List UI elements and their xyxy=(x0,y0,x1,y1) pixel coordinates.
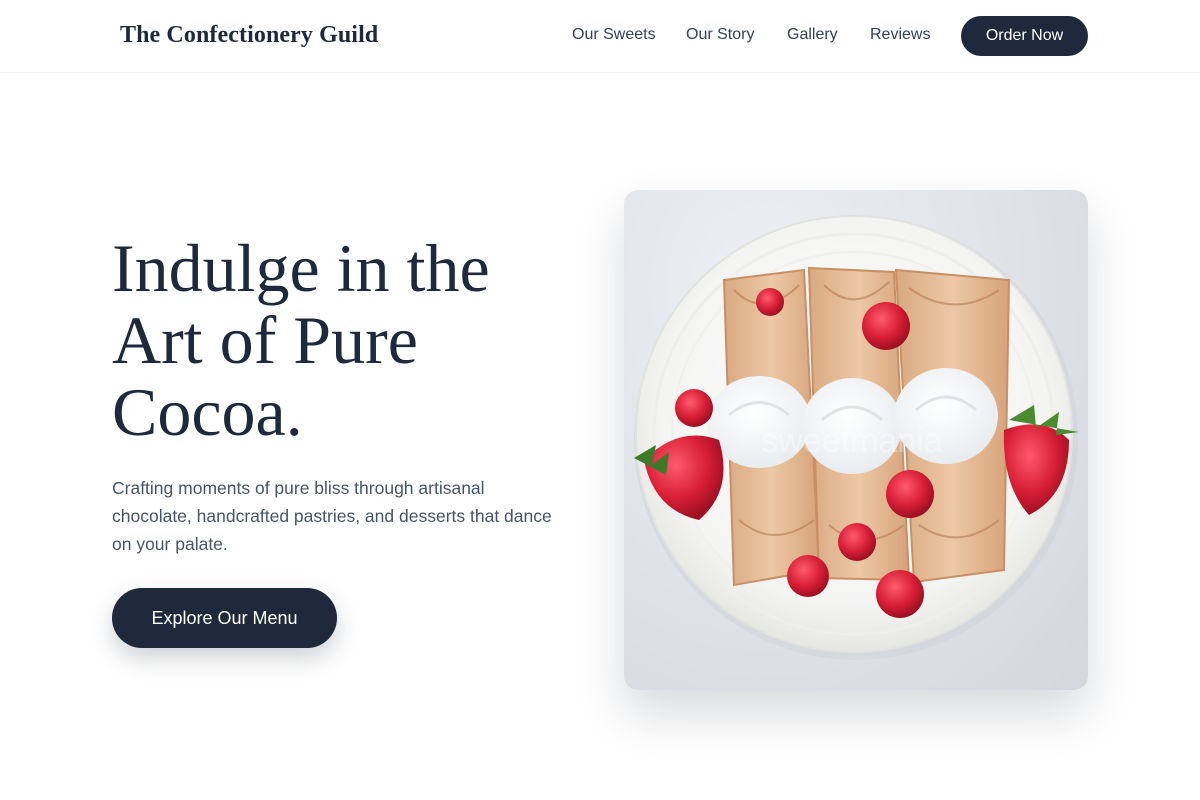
main-nav: Our Sweets Our Story Gallery Reviews Ord… xyxy=(0,0,1200,72)
hero-subtitle-line: on your palate. xyxy=(112,534,228,554)
crepes-plate-illustration: sweetmania xyxy=(634,215,1079,660)
hero-dessert-image: sweetmania xyxy=(624,190,1088,690)
hero-subtitle: Crafting moments of pure bliss through a… xyxy=(112,474,567,558)
site-header: The Confectionery Guild Our Sweets Our S… xyxy=(0,0,1200,73)
hero-title: Indulge in the Art of Pure Cocoa. xyxy=(112,232,582,448)
nav-link-reviews[interactable]: Reviews xyxy=(870,26,930,44)
hero-subtitle-line: chocolate, handcrafted pastries, and des… xyxy=(112,506,552,526)
nav-link-gallery[interactable]: Gallery xyxy=(787,26,838,44)
hero-title-line: Indulge in the xyxy=(112,230,490,306)
hero-title-line: Art of Pure xyxy=(112,302,418,378)
image-watermark: sweetmania xyxy=(761,422,943,460)
hero-title-line: Cocoa. xyxy=(112,374,303,450)
nav-link-our-story[interactable]: Our Story xyxy=(686,26,754,44)
hero-subtitle-line: Crafting moments of pure bliss through a… xyxy=(112,478,485,498)
order-now-button[interactable]: Order Now xyxy=(961,16,1088,56)
explore-menu-button[interactable]: Explore Our Menu xyxy=(112,588,337,648)
nav-link-our-sweets[interactable]: Our Sweets xyxy=(572,26,656,44)
